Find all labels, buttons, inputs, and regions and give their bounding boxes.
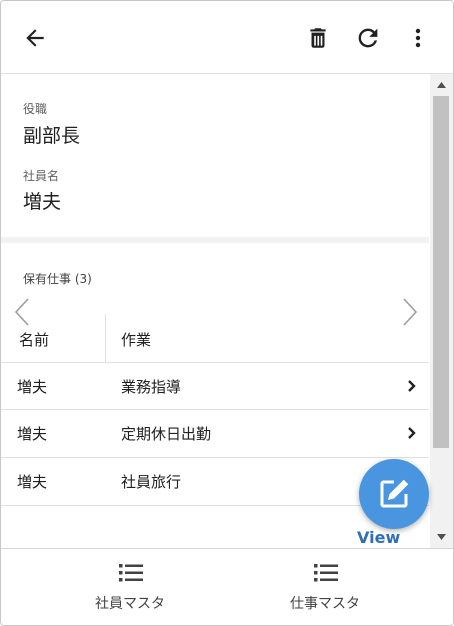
refresh-button[interactable] xyxy=(348,18,388,58)
more-vertical-icon xyxy=(415,28,421,48)
bottom-navigation: 社員マスタ 仕事マスタ xyxy=(1,548,453,625)
scrollbar[interactable] xyxy=(430,74,453,548)
edit-icon xyxy=(380,479,409,508)
column-header-name[interactable]: 名前 xyxy=(19,329,49,350)
delete-button[interactable] xyxy=(298,18,338,58)
nav-employee-master-label: 社員マスタ xyxy=(95,596,165,612)
position-value: 副部長 xyxy=(23,125,81,147)
employee-name-label: 社員名 xyxy=(23,169,60,183)
app-window: 役職 副部長 社員名 増夫 保有仕事 (3) 名前 作業 増夫 業務指導 増夫 … xyxy=(0,0,454,626)
column-header-task[interactable]: 作業 xyxy=(121,329,151,350)
back-button[interactable] xyxy=(15,18,55,58)
list-icon xyxy=(119,564,143,582)
position-label: 役職 xyxy=(23,102,48,116)
chevron-right-icon xyxy=(408,380,416,392)
refresh-icon xyxy=(358,28,378,48)
more-options-button[interactable] xyxy=(398,18,438,58)
row-name-cell: 増夫 xyxy=(17,425,48,443)
arrow-left-icon xyxy=(26,29,44,47)
employee-name-value: 増夫 xyxy=(23,191,62,213)
nav-job-master-label: 仕事マスタ xyxy=(290,596,360,612)
table-row[interactable]: 増夫 業務指導 xyxy=(1,362,429,410)
jobs-section-title: 保有仕事 (3) xyxy=(23,272,92,286)
row-task-cell: 社員旅行 xyxy=(121,473,182,491)
column-separator xyxy=(105,314,106,362)
row-name-cell: 増夫 xyxy=(17,473,48,491)
chevron-right-icon xyxy=(403,298,418,326)
scrollbar-thumb[interactable] xyxy=(433,96,449,448)
row-name-cell: 増夫 xyxy=(17,378,48,396)
scroll-up-arrow-icon[interactable] xyxy=(437,82,446,88)
chevron-left-icon xyxy=(14,298,29,326)
view-fab-button[interactable] xyxy=(359,459,429,529)
app-bar xyxy=(1,1,453,74)
scroll-left-button[interactable] xyxy=(11,296,35,332)
view-fab-label[interactable]: View xyxy=(357,528,400,547)
nav-job-master[interactable]: 仕事マスタ xyxy=(212,549,438,625)
chevron-right-icon xyxy=(408,427,416,439)
section-divider xyxy=(1,237,429,243)
trash-icon xyxy=(310,28,326,48)
scroll-right-button[interactable] xyxy=(397,296,421,332)
row-task-cell: 業務指導 xyxy=(121,378,182,396)
list-icon xyxy=(314,564,338,582)
table-row[interactable]: 増夫 定期休日出勤 xyxy=(1,409,429,457)
nav-employee-master[interactable]: 社員マスタ xyxy=(17,549,243,625)
row-task-cell: 定期休日出勤 xyxy=(121,425,212,443)
scroll-down-arrow-icon[interactable] xyxy=(437,534,446,540)
